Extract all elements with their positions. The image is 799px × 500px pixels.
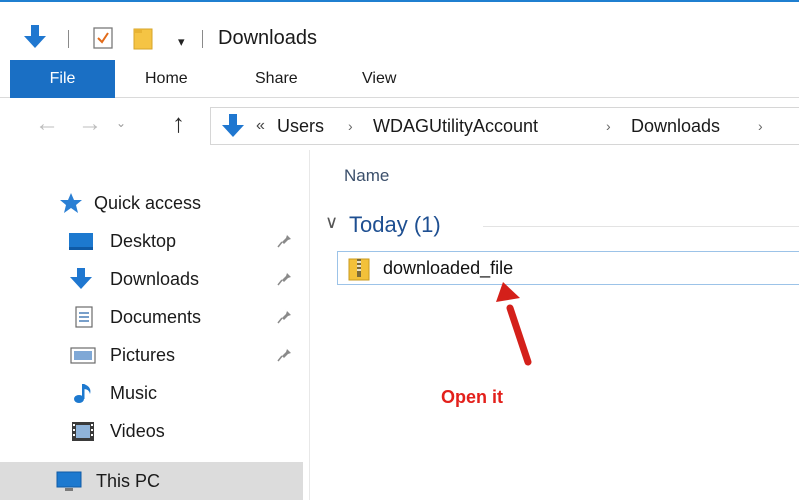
window-title: Downloads: [218, 27, 317, 49]
breadcrumb-chevron-icon[interactable]: ›: [606, 118, 611, 134]
sidebar-item-label: Music: [110, 383, 158, 403]
sidebar-item-documents[interactable]: Documents: [0, 300, 303, 334]
music-icon: [74, 384, 91, 403]
videos-icon: [72, 422, 94, 441]
zip-folder-icon: [348, 258, 370, 281]
sidebar-item-label: Downloads: [110, 269, 200, 289]
forward-arrow-icon[interactable]: →: [78, 110, 102, 138]
sidebar-item-label: Videos: [110, 421, 165, 441]
list-item[interactable]: downloaded_file: [337, 251, 799, 285]
group-header-today[interactable]: ∨ Today (1): [325, 210, 799, 242]
navigation-pane: Quick access Desktop Downloads Documents…: [0, 150, 310, 500]
sidebar-item-downloads[interactable]: Downloads: [0, 262, 303, 296]
sidebar-item-label: Pictures: [110, 345, 176, 365]
ribbon-tabs: File Home Share View: [0, 60, 799, 98]
documents-icon: [75, 306, 93, 328]
pin-icon[interactable]: [276, 268, 294, 288]
sidebar-item-label: Desktop: [110, 231, 177, 251]
breadcrumb-users[interactable]: Users: [277, 116, 324, 137]
breadcrumb-wdagutilityaccount[interactable]: WDAGUtilityAccount: [373, 116, 538, 137]
tab-file[interactable]: File: [10, 60, 115, 98]
file-name: downloaded_file: [383, 258, 514, 278]
up-arrow-icon[interactable]: ↑: [172, 108, 185, 139]
sidebar-item-music[interactable]: Music: [0, 376, 303, 410]
address-bar[interactable]: « Users › WDAGUtilityAccount › Downloads…: [210, 107, 799, 145]
breadcrumb-downloads[interactable]: Downloads: [631, 116, 720, 137]
sidebar-item-this-pc[interactable]: This PC: [0, 462, 303, 500]
breadcrumb-overflow-icon[interactable]: «: [256, 117, 265, 135]
annotation-arrow-icon: [496, 282, 532, 366]
pin-icon[interactable]: [276, 344, 294, 364]
downloads-icon: [222, 114, 244, 137]
pin-icon[interactable]: [276, 230, 294, 250]
customize-dropdown-icon[interactable]: ▾: [178, 34, 185, 50]
sidebar-item-desktop[interactable]: Desktop: [0, 224, 303, 258]
sidebar-item-label: Documents: [110, 307, 202, 327]
downloads-icon: [70, 268, 92, 289]
desktop-icon: [69, 233, 93, 250]
title-bar: ▾ Downloads: [0, 0, 799, 60]
sidebar-item-pictures[interactable]: Pictures: [0, 338, 303, 372]
sidebar-item-quick-access[interactable]: Quick access: [0, 186, 303, 220]
back-arrow-icon[interactable]: ←: [35, 110, 59, 138]
group-divider: [483, 226, 799, 227]
breadcrumb-chevron-icon[interactable]: ›: [758, 118, 763, 134]
pin-icon[interactable]: [276, 306, 294, 326]
chevron-down-icon[interactable]: ∨: [325, 212, 338, 233]
tab-home[interactable]: Home: [145, 60, 188, 98]
recent-locations-icon[interactable]: ⌄: [116, 116, 126, 130]
computer-icon: [56, 471, 82, 491]
breadcrumb-chevron-icon[interactable]: ›: [348, 118, 353, 134]
group-title: Today (1): [349, 212, 441, 237]
navigation-bar: ← → ⌄ ↑ « Users › WDAGUtilityAccount › D…: [0, 104, 799, 148]
sidebar-item-videos[interactable]: Videos: [0, 414, 303, 448]
sidebar-item-label: Quick access: [94, 193, 202, 213]
down-arrow-icon[interactable]: [22, 24, 48, 50]
tab-share[interactable]: Share: [255, 60, 298, 98]
column-header-name[interactable]: Name: [344, 166, 389, 186]
properties-icon[interactable]: [93, 27, 113, 49]
sidebar-item-label: This PC: [96, 471, 161, 491]
new-folder-icon[interactable]: [133, 26, 159, 50]
toolbar-separator: [202, 30, 203, 48]
annotation-text: Open it: [441, 387, 503, 407]
star-icon: [60, 193, 82, 213]
pictures-icon: [70, 347, 96, 364]
toolbar-separator: [68, 30, 69, 48]
tab-view[interactable]: View: [362, 60, 396, 98]
